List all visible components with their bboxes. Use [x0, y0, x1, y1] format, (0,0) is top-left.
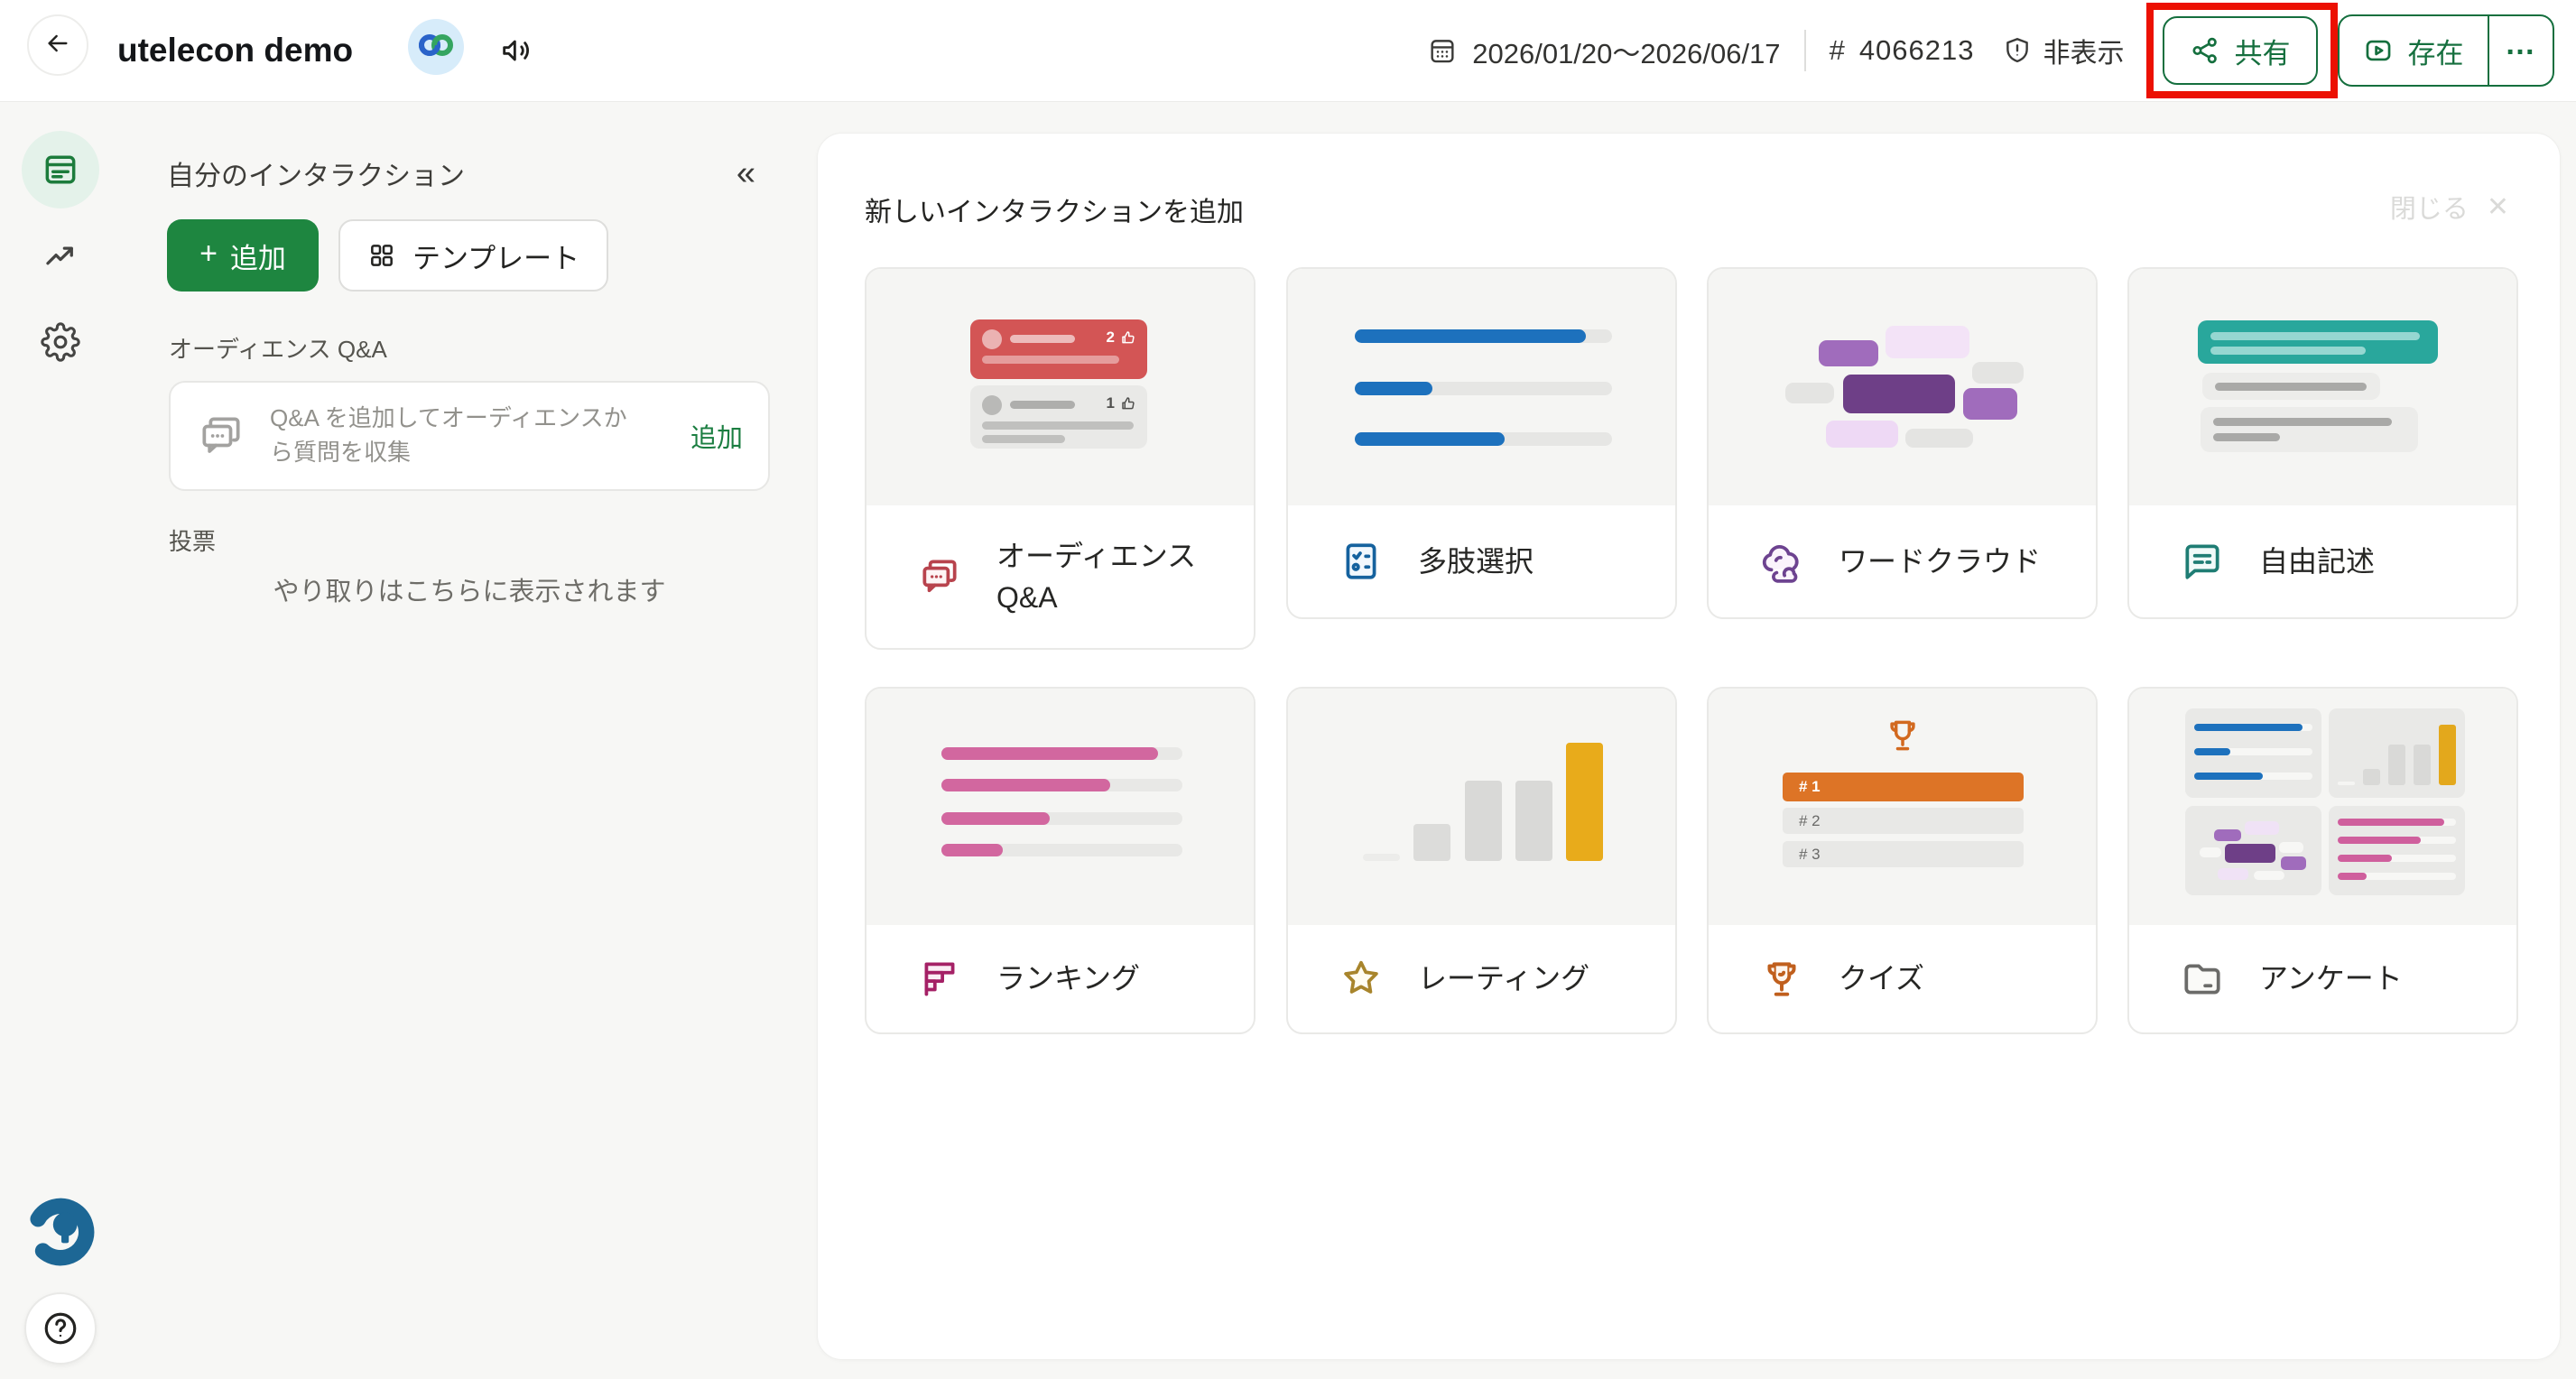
- ranking-type-icon: [917, 957, 962, 1002]
- ranking-thumbnail: [866, 689, 1254, 925]
- privacy-status[interactable]: 非表示: [2043, 31, 2125, 70]
- interactions-active-indicator: [22, 131, 99, 208]
- present-button-group: 存在 …: [2338, 14, 2555, 87]
- card-open-text[interactable]: 自由記述: [2127, 267, 2518, 619]
- share-button-wrap: 共有: [2163, 16, 2318, 85]
- left-rail: [0, 101, 121, 1379]
- present-button-label: 存在: [2408, 31, 2464, 71]
- slido-logo-icon: [22, 1191, 99, 1269]
- add-button-label: 追加: [230, 236, 286, 276]
- word-cloud-type-icon: [1759, 539, 1804, 584]
- close-panel-button[interactable]: 閉じる ✕: [2390, 188, 2509, 226]
- present-more-button[interactable]: …: [2489, 16, 2553, 85]
- present-play-icon: [2363, 35, 2394, 66]
- templates-button-label: テンプレート: [412, 236, 579, 276]
- quiz-rank-1: # 1: [1799, 778, 1821, 796]
- close-label: 閉じる: [2390, 188, 2469, 226]
- arrow-left-icon: [43, 29, 72, 62]
- quiz-rank-2: # 2: [1799, 812, 1821, 830]
- card-label: ランキング: [996, 958, 1140, 999]
- announcement-icon[interactable]: [498, 0, 534, 101]
- templates-button[interactable]: テンプレート: [338, 219, 608, 292]
- grid-icon: [367, 241, 396, 270]
- event-date-range[interactable]: 2026/01/20〜2026/06/17: [1472, 31, 1780, 71]
- qa-prompt-text: Q&A を追加してオーディエンスから質問を収集: [270, 402, 638, 469]
- like-count: 1: [1107, 394, 1115, 412]
- rail-item-analytics[interactable]: [0, 217, 121, 294]
- like-count: 2: [1107, 329, 1115, 347]
- quiz-thumbnail: # 1 # 2 # 3: [1709, 689, 2096, 925]
- gear-icon: [41, 322, 80, 362]
- add-interaction-button[interactable]: + 追加: [167, 219, 319, 292]
- collapse-sidebar-button[interactable]: «: [737, 156, 772, 190]
- card-survey[interactable]: アンケート: [2127, 687, 2518, 1034]
- rating-type-icon: [1339, 957, 1384, 1002]
- survey-thumbnail: [2129, 689, 2516, 925]
- shield-alert-icon: [2002, 35, 2033, 66]
- share-button[interactable]: 共有: [2163, 16, 2318, 85]
- card-label: 自由記述: [2259, 541, 2375, 582]
- card-audience-qa[interactable]: 2 1: [865, 267, 1256, 650]
- event-code[interactable]: 4066213: [1859, 34, 1975, 67]
- open-text-thumbnail: [2129, 269, 2516, 505]
- share-button-label: 共有: [2235, 31, 2291, 71]
- qa-add-link[interactable]: 追加: [690, 417, 743, 455]
- topbar-divider: [1804, 30, 1806, 71]
- card-label: 多肢選択: [1418, 541, 1534, 582]
- question-circle-icon: [42, 1310, 79, 1347]
- slido-event-window: utelecon demo 2026/01/20〜2026/06/17 # 40…: [0, 0, 2576, 1379]
- add-interaction-panel: 新しいインタラクションを追加 閉じる ✕ 2: [817, 133, 2561, 1360]
- slido-logo[interactable]: [0, 1191, 121, 1269]
- plus-icon: +: [199, 236, 218, 272]
- sidebar-title: 自分のインタラクション: [167, 153, 465, 193]
- survey-type-icon: [2180, 957, 2225, 1002]
- back-button[interactable]: [27, 14, 88, 76]
- hash-icon: #: [1830, 34, 1845, 67]
- interactions-icon: [41, 150, 80, 190]
- chat-bubbles-icon: [196, 411, 246, 461]
- polls-empty-text: やり取りはこちらに表示されます: [167, 570, 772, 608]
- trending-up-icon: [42, 236, 79, 274]
- card-ranking[interactable]: ランキング: [865, 687, 1256, 1034]
- audience-qa-thumbnail: 2 1: [866, 269, 1254, 505]
- word-cloud-thumbnail: [1709, 269, 2096, 505]
- polls-section-label: 投票: [169, 523, 216, 557]
- webex-logo-icon: [416, 32, 456, 62]
- page-title: utelecon demo: [117, 0, 353, 101]
- quiz-rank-3: # 3: [1799, 846, 1821, 864]
- multiple-choice-thumbnail: [1288, 269, 1675, 505]
- card-label: ワードクラウド: [1839, 541, 2041, 582]
- rail-item-interactions[interactable]: [0, 131, 121, 208]
- qa-empty-card: Q&A を追加してオーディエンスから質問を収集 追加: [169, 381, 770, 491]
- open-text-type-icon: [2180, 539, 2225, 584]
- card-label: クイズ: [1839, 958, 1924, 999]
- card-rating[interactable]: レーティング: [1286, 687, 1677, 1034]
- rating-thumbnail: [1288, 689, 1675, 925]
- help-button[interactable]: [0, 1292, 121, 1365]
- card-label: アンケート: [2259, 958, 2403, 999]
- card-label: レーティング: [1418, 958, 1589, 999]
- topbar-right-cluster: 2026/01/20〜2026/06/17 # 4066213 非表示 共有: [1427, 0, 2554, 101]
- webex-integration-badge[interactable]: [408, 19, 464, 75]
- multiple-choice-type-icon: [1339, 539, 1384, 584]
- rail-item-settings[interactable]: [0, 303, 121, 381]
- present-button[interactable]: 存在: [2340, 16, 2488, 85]
- card-multiple-choice[interactable]: 多肢選択: [1286, 267, 1677, 619]
- panel-title: 新しいインタラクションを追加: [865, 190, 1244, 229]
- card-label: オーディエンス Q&A: [996, 535, 1236, 619]
- quiz-type-icon: [1759, 957, 1804, 1002]
- qa-section-label: オーディエンス Q&A: [169, 331, 387, 365]
- calendar-icon: [1427, 35, 1458, 66]
- qa-type-icon: [917, 554, 962, 599]
- card-quiz[interactable]: # 1 # 2 # 3 クイズ: [1707, 687, 2098, 1034]
- card-word-cloud[interactable]: ワードクラウド: [1707, 267, 2098, 619]
- share-icon: [2190, 35, 2220, 66]
- topbar: utelecon demo 2026/01/20〜2026/06/17 # 40…: [0, 0, 2576, 102]
- close-icon: ✕: [2487, 191, 2509, 223]
